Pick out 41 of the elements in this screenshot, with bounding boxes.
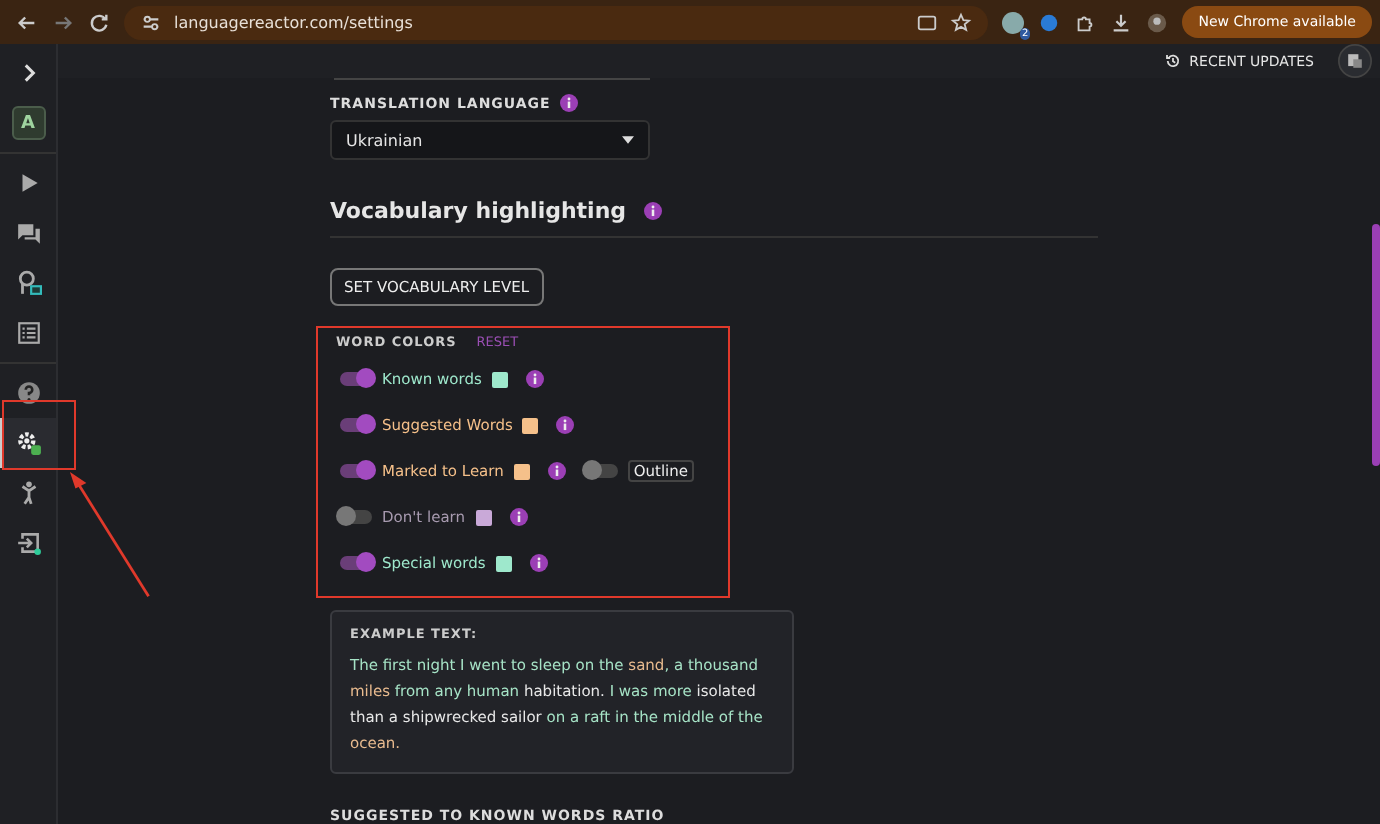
color-swatch[interactable] — [513, 463, 530, 479]
extension-icon[interactable] — [1038, 11, 1061, 33]
chat-icon — [15, 220, 41, 246]
back-icon[interactable] — [16, 11, 38, 33]
puzzle-icon[interactable] — [1074, 11, 1097, 33]
logo-button[interactable]: A — [0, 98, 56, 148]
help-icon — [15, 380, 41, 406]
color-swatch[interactable] — [522, 417, 539, 433]
forward-icon[interactable] — [52, 11, 74, 33]
section-heading: Vocabulary highlighting — [330, 198, 627, 224]
language-dropdown[interactable]: Ukrainian — [330, 120, 650, 160]
toggle-switch[interactable] — [340, 510, 372, 524]
history-icon — [1163, 52, 1182, 70]
toggle-switch[interactable] — [585, 464, 618, 478]
highlight-frame — [2, 400, 76, 470]
info-icon[interactable] — [509, 508, 528, 526]
star-icon[interactable] — [950, 11, 973, 33]
site-settings-icon[interactable] — [140, 11, 162, 33]
color-swatch[interactable] — [475, 509, 492, 525]
sidebar-item[interactable] — [0, 418, 56, 468]
info-icon[interactable] — [529, 554, 548, 572]
list-icon — [15, 320, 41, 346]
toggle-switch[interactable] — [340, 556, 372, 570]
address-bar[interactable]: languagereactor.com/settings — [124, 5, 989, 39]
info-icon[interactable] — [547, 462, 566, 480]
caret-icon — [622, 136, 634, 144]
info-icon[interactable] — [644, 202, 663, 220]
settings-icon — [15, 430, 41, 456]
info-icon[interactable] — [556, 416, 575, 434]
download-icon[interactable] — [1110, 11, 1133, 33]
toggle-switch[interactable] — [340, 372, 372, 386]
exit-icon — [15, 530, 41, 556]
install-icon[interactable] — [916, 11, 939, 33]
info-icon[interactable] — [525, 370, 544, 388]
reload-icon[interactable] — [88, 11, 110, 33]
info-icon[interactable] — [560, 94, 579, 112]
profile-icon[interactable] — [1146, 11, 1169, 33]
toggle-switch[interactable] — [340, 418, 372, 432]
toggle-switch[interactable] — [340, 464, 372, 478]
color-swatch[interactable] — [495, 555, 512, 571]
color-swatch[interactable] — [491, 371, 508, 387]
